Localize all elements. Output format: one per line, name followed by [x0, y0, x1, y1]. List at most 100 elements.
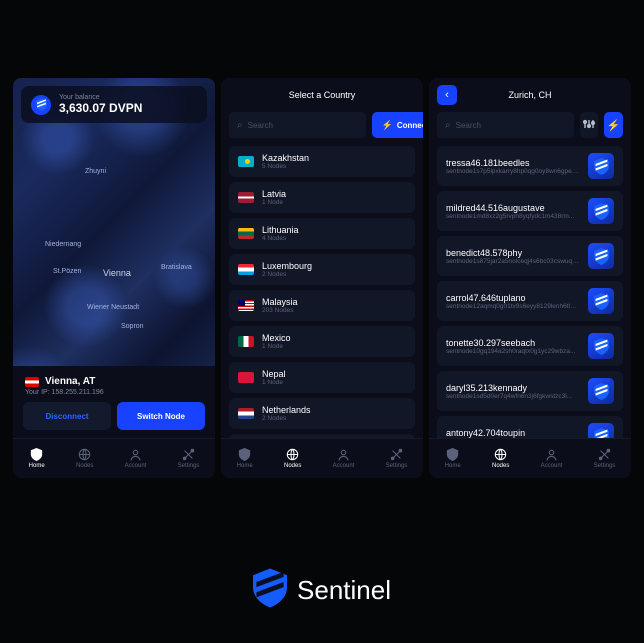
tab-label: Account	[541, 463, 563, 469]
node-name: antony42.704toupin	[446, 428, 580, 438]
node-count: 1 Node	[262, 199, 406, 206]
node-address: sentnode1s7p5lpxkarry8hp0qg0oy8wn6gpes04…	[446, 168, 580, 175]
tab-nodes[interactable]: Nodes	[492, 448, 509, 469]
select-node-button[interactable]	[588, 198, 614, 224]
tab-settings[interactable]: Settings	[386, 448, 408, 469]
select-node-button[interactable]	[588, 153, 614, 179]
connect-button[interactable]: ⚡ Connect	[372, 112, 423, 138]
country-name: Kazakhstan	[262, 153, 406, 163]
page-title: Select a Country	[289, 90, 356, 100]
tab-home[interactable]: Home	[29, 448, 45, 469]
country-name: Latvia	[262, 189, 406, 199]
account-icon	[129, 448, 142, 461]
map-city-label: Niedernang	[45, 241, 81, 248]
country-row[interactable]: Lithuania4 Nodes	[229, 218, 415, 249]
tab-bar: Home Nodes Account Settings	[13, 438, 215, 478]
select-node-button[interactable]	[588, 243, 614, 269]
country-row[interactable]: Luxembourg2 Nodes	[229, 254, 415, 285]
node-row[interactable]: tressa46.181beedlessentnode1s7p5lpxkarry…	[437, 146, 623, 186]
tab-settings[interactable]: Settings	[178, 448, 200, 469]
country-name: Mexico	[262, 333, 406, 343]
node-address: sentnode1md8xz2g5rvph8yqfydc1m438rm...	[446, 213, 580, 220]
tab-home[interactable]: Home	[445, 448, 461, 469]
node-row[interactable]: mildred44.516augustavesentnode1md8xz2g5r…	[437, 191, 623, 231]
bolt-icon: ⚡	[382, 120, 393, 131]
search-field[interactable]: ⌕	[229, 112, 366, 138]
tab-account[interactable]: Account	[125, 448, 147, 469]
search-input[interactable]	[248, 121, 358, 130]
select-node-button[interactable]	[588, 423, 614, 438]
tab-label: Home	[445, 463, 461, 469]
brand-name: Sentinel	[297, 575, 391, 606]
node-name: daryl35.213kennady	[446, 383, 580, 393]
tab-account[interactable]: Account	[541, 448, 563, 469]
flag-nl-icon	[238, 408, 254, 419]
page-title: Zurich, CH	[508, 90, 551, 100]
tab-nodes[interactable]: Nodes	[76, 448, 93, 469]
tab-label: Settings	[178, 463, 200, 469]
node-row[interactable]: antony42.704toupinsentnode1y2pacqn8ka2w2…	[437, 416, 623, 438]
select-node-button[interactable]	[588, 378, 614, 404]
back-button[interactable]: ‹	[437, 85, 457, 105]
search-field[interactable]: ⌕	[437, 112, 574, 138]
map-city-label: Vienna	[103, 268, 131, 278]
node-name: tonette30.297seebach	[446, 338, 580, 348]
flag-lu-icon	[238, 264, 254, 275]
balance-card[interactable]: Your balance 3,630.07 DVPN	[21, 86, 207, 123]
search-input[interactable]	[456, 121, 566, 130]
node-row[interactable]: tonette30.297seebachsentnode10gq194a2sh0…	[437, 326, 623, 366]
tab-home[interactable]: Home	[237, 448, 253, 469]
tab-label: Account	[125, 463, 147, 469]
switch-node-button[interactable]: Switch Node	[117, 402, 205, 430]
country-row[interactable]: Netherlands2 Nodes	[229, 398, 415, 429]
bolt-icon: ⚡	[607, 119, 621, 132]
nodes-icon	[286, 448, 299, 461]
select-node-button[interactable]	[588, 333, 614, 359]
map-city-label: Sopron	[121, 323, 144, 330]
tab-label: Nodes	[492, 463, 509, 469]
shield-icon	[31, 95, 51, 115]
map-city-label: Zhuyni	[85, 168, 106, 175]
country-name: Netherlands	[262, 405, 406, 415]
country-name: Nepal	[262, 369, 406, 379]
country-row[interactable]: Latvia1 Node	[229, 182, 415, 213]
country-row[interactable]: Nepal1 Node	[229, 362, 415, 393]
node-row[interactable]: carrol47.646tuplanosentnode12aqmq0g01tv9…	[437, 281, 623, 321]
disconnect-button[interactable]: Disconnect	[23, 402, 111, 430]
country-row[interactable]: Kazakhstan5 Nodes	[229, 146, 415, 177]
home-icon	[238, 448, 251, 461]
tab-label: Home	[29, 463, 45, 469]
node-count: 203 Nodes	[262, 307, 406, 314]
node-address: sentnode10gq194a2sh0raqtx0g1yc29wbza...	[446, 348, 580, 355]
header: Select a Country	[221, 78, 423, 112]
quick-connect-button[interactable]: ⚡	[604, 112, 623, 138]
home-icon	[446, 448, 459, 461]
node-row[interactable]: daryl35.213kennadysentnode1sd5d0er7q4wfn…	[437, 371, 623, 411]
tab-settings[interactable]: Settings	[594, 448, 616, 469]
map-city-label: St.Pözen	[53, 268, 81, 275]
tab-label: Nodes	[76, 463, 93, 469]
sliders-icon	[583, 118, 595, 133]
country-row[interactable]: Mexico1 Node	[229, 326, 415, 357]
home-icon	[30, 448, 43, 461]
header: ‹ Zurich, CH	[429, 78, 631, 112]
node-count: 2 Nodes	[262, 415, 406, 422]
flag-lv-icon	[238, 192, 254, 203]
node-count: 1 Node	[262, 343, 406, 350]
select-node-button[interactable]	[588, 288, 614, 314]
tab-label: Settings	[594, 463, 616, 469]
country-row[interactable]: Malaysia203 Nodes	[229, 290, 415, 321]
screen-home: Zhuyni Niedernang St.Pözen Vienna Bratis…	[13, 78, 215, 478]
node-count: 4 Nodes	[262, 235, 406, 242]
filter-button[interactable]	[580, 112, 599, 138]
node-row[interactable]: benedict48.578physentnode1s875jar2a5nolc…	[437, 236, 623, 276]
tab-account[interactable]: Account	[333, 448, 355, 469]
settings-icon	[390, 448, 403, 461]
flag-kz-icon	[238, 156, 254, 167]
search-icon: ⌕	[237, 120, 243, 131]
node-count: 5 Nodes	[262, 163, 406, 170]
account-icon	[545, 448, 558, 461]
tab-nodes[interactable]: Nodes	[284, 448, 301, 469]
node-name: benedict48.578phy	[446, 248, 580, 258]
tab-label: Home	[237, 463, 253, 469]
